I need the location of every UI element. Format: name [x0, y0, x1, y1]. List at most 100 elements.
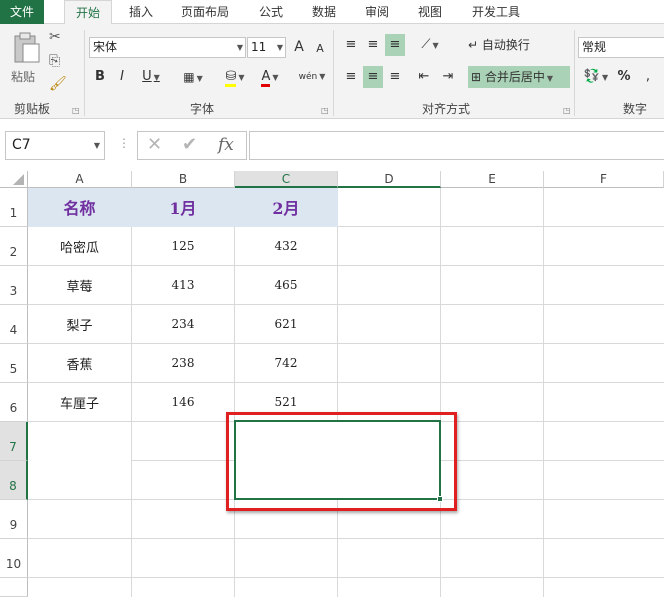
top-align-button[interactable]: ≡ — [341, 34, 361, 56]
header-cell-jan[interactable]: 1月 — [132, 188, 235, 227]
merged-a7-a8[interactable] — [28, 422, 131, 500]
table-cell-jan[interactable]: 413 — [132, 266, 235, 305]
table-cell-jan[interactable]: 234 — [132, 305, 235, 344]
accounting-format-button[interactable]: 💱 ▼ — [581, 66, 611, 88]
bold-button[interactable]: B — [93, 66, 107, 88]
align-right-button[interactable]: ≡ — [385, 66, 405, 88]
table-cell-jan[interactable]: 238 — [132, 344, 235, 383]
middle-align-icon: ≡ — [367, 37, 379, 52]
format-painter-icon[interactable]: 🖌 — [49, 76, 67, 92]
font-color-button[interactable]: A ▼ — [255, 66, 285, 88]
wrap-text-icon: ↵ — [468, 38, 479, 52]
tab-formulas[interactable]: 公式 — [251, 0, 291, 24]
row-header-11[interactable] — [0, 578, 28, 597]
fill-color-button[interactable]: ⛁ ▼ — [220, 66, 250, 88]
row-header-5[interactable]: 5 — [0, 344, 28, 383]
tab-file[interactable]: 文件 — [0, 0, 44, 24]
font-name-select[interactable]: 宋体 ▼ — [89, 37, 246, 58]
select-all-corner[interactable] — [0, 171, 28, 188]
table-cell-name[interactable]: 哈密瓜 — [28, 227, 132, 266]
column-header-b[interactable]: B — [132, 171, 235, 188]
tab-insert[interactable]: 插入 — [121, 0, 161, 24]
underline-button[interactable]: U ▼ — [136, 66, 166, 88]
tab-home[interactable]: 开始 — [64, 0, 112, 25]
italic-button[interactable]: I — [115, 66, 129, 88]
table-cell-name[interactable]: 香蕉 — [28, 344, 132, 383]
comma-button[interactable]: , — [640, 66, 656, 88]
column-header-c[interactable]: C — [235, 171, 338, 188]
insert-function-icon[interactable]: fx — [218, 135, 234, 155]
vertical-dots-icon: ⋮ — [118, 136, 130, 150]
row-header-1[interactable]: 1 — [0, 188, 28, 227]
cut-icon[interactable]: ✂ — [49, 29, 61, 45]
bottom-align-button[interactable]: ≡ — [385, 34, 405, 56]
grow-font-button[interactable]: A — [291, 36, 307, 58]
column-header-e[interactable]: E — [441, 171, 544, 188]
top-align-icon: ≡ — [345, 37, 357, 52]
percent-button[interactable]: % — [616, 66, 632, 88]
formula-input[interactable] — [249, 131, 664, 160]
middle-align-button[interactable]: ≡ — [363, 34, 383, 56]
orientation-button[interactable]: ⟋ ▼ — [415, 34, 445, 56]
name-box[interactable]: C7 ▼ — [5, 131, 105, 160]
bottom-align-icon: ≡ — [389, 37, 401, 52]
tab-view[interactable]: 视图 — [410, 0, 450, 24]
column-header-d[interactable]: D — [338, 171, 441, 188]
ribbon-tabs: 文件 开始 插入 页面布局 公式 数据 审阅 视图 开发工具 — [0, 0, 664, 25]
borders-button[interactable]: ▦ ▼ — [178, 66, 208, 88]
row-header-9[interactable]: 9 — [0, 500, 28, 539]
paste-button[interactable]: 粘贴 — [8, 30, 44, 92]
row-header-6[interactable]: 6 — [0, 383, 28, 422]
table-cell-jan[interactable]: 146 — [132, 383, 235, 422]
align-left-button[interactable]: ≡ — [341, 66, 361, 88]
ribbon: 粘贴 ✂ ⎘ 🖌 剪贴板 ◳ 宋体 ▼ 11 ▼ A A B I U ▼ ▦ ▼ ⛁ ▼ … — [0, 24, 664, 119]
table-cell-name[interactable]: 草莓 — [28, 266, 132, 305]
row-header-4[interactable]: 4 — [0, 305, 28, 344]
formula-bar: C7 ▼ ⋮ ✕ ✔ fx — [0, 127, 664, 165]
font-size-select[interactable]: 11 ▼ — [247, 37, 286, 58]
number-group-label: 数字 — [623, 102, 648, 116]
tab-data[interactable]: 数据 — [304, 0, 344, 24]
orientation-icon: ⟋ — [421, 37, 431, 52]
font-launcher-icon[interactable]: ◳ — [321, 106, 329, 115]
table-cell-name[interactable]: 梨子 — [28, 305, 132, 344]
merge-center-button[interactable]: ⊞ 合并后居中 ▼ — [468, 66, 570, 88]
worksheet-grid[interactable]: A B C D E F 1 2 3 4 5 6 7 8 9 10 名称 1月 2… — [0, 171, 664, 597]
align-center-button[interactable]: ≡ — [363, 66, 383, 88]
table-cell-feb[interactable]: 432 — [235, 227, 338, 266]
comma-icon: , — [645, 69, 651, 84]
alignment-launcher-icon[interactable]: ◳ — [563, 106, 571, 115]
table-cell-jan[interactable]: 125 — [132, 227, 235, 266]
column-header-f[interactable]: F — [544, 171, 664, 188]
column-header-a[interactable]: A — [28, 171, 132, 188]
row-header-7[interactable]: 7 — [0, 422, 28, 461]
row-header-2[interactable]: 2 — [0, 227, 28, 266]
row-header-8[interactable]: 8 — [0, 461, 28, 500]
chevron-down-icon: ▼ — [276, 43, 283, 52]
table-cell-feb[interactable]: 742 — [235, 344, 338, 383]
enter-icon[interactable]: ✔ — [182, 134, 197, 155]
clipboard-launcher-icon[interactable]: ◳ — [72, 106, 80, 115]
copy-icon[interactable]: ⎘ — [49, 53, 60, 69]
align-left-icon: ≡ — [345, 69, 357, 84]
cancel-icon[interactable]: ✕ — [147, 134, 162, 155]
chevron-down-icon: ▼ — [236, 43, 243, 52]
header-cell-name[interactable]: 名称 — [28, 188, 132, 227]
phonetic-button[interactable]: wén ▼ — [297, 66, 327, 88]
tab-page-layout[interactable]: 页面布局 — [172, 0, 238, 24]
increase-indent-button[interactable]: ⇥ — [438, 66, 458, 88]
table-cell-name[interactable]: 车厘子 — [28, 383, 132, 422]
decrease-indent-icon: ⇤ — [418, 69, 430, 84]
tab-review[interactable]: 审阅 — [357, 0, 397, 24]
number-format-select[interactable]: 常规 — [578, 37, 664, 58]
wrap-text-button[interactable]: ↵ 自动换行 — [468, 34, 540, 56]
row-header-10[interactable]: 10 — [0, 539, 28, 578]
row-header-3[interactable]: 3 — [0, 266, 28, 305]
shrink-font-button[interactable]: A — [313, 38, 327, 60]
table-cell-feb[interactable]: 621 — [235, 305, 338, 344]
paste-icon — [14, 32, 40, 63]
header-cell-feb[interactable]: 2月 — [235, 188, 338, 227]
decrease-indent-button[interactable]: ⇤ — [414, 66, 434, 88]
tab-developer[interactable]: 开发工具 — [463, 0, 529, 24]
table-cell-feb[interactable]: 465 — [235, 266, 338, 305]
